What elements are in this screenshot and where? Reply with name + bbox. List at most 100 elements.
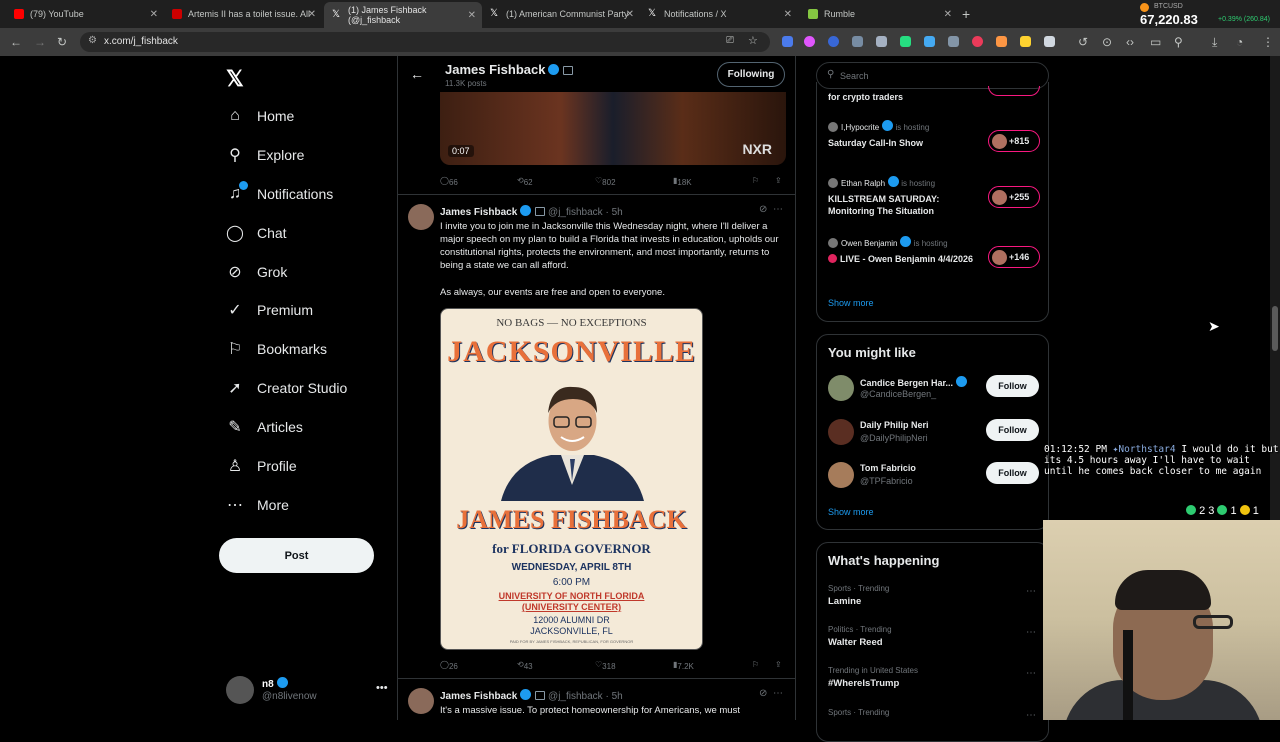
sidebar-item-bookmarks[interactable]: ⚐ Bookmarks bbox=[226, 334, 327, 364]
camera-icon[interactable]: ⊙ bbox=[1102, 35, 1112, 49]
menu-dots-icon[interactable]: ⋮ bbox=[1262, 35, 1274, 49]
reply-button[interactable]: ◯ 26 bbox=[440, 660, 458, 671]
tweet-time[interactable]: 5h bbox=[612, 691, 623, 702]
extension-icon[interactable] bbox=[900, 36, 911, 47]
back-arrow-icon[interactable]: ← bbox=[410, 66, 424, 82]
address-bar[interactable]: ⚙ x.com/j_fishback ⎚ ☆ bbox=[80, 32, 770, 52]
sidebar-item-explore[interactable]: ⚲ Explore bbox=[226, 140, 304, 170]
extension-icon[interactable] bbox=[1020, 36, 1031, 47]
space-listeners[interactable]: +146 bbox=[988, 246, 1040, 268]
close-icon[interactable]: ✕ bbox=[150, 9, 158, 20]
repost-button[interactable]: ⟲ 43 bbox=[517, 660, 533, 671]
window-icon[interactable]: ▭ bbox=[1150, 35, 1161, 49]
extension-icon[interactable] bbox=[948, 36, 959, 47]
more-dots-icon[interactable]: ••• bbox=[376, 682, 388, 694]
more-dots-icon[interactable]: ⋯ bbox=[773, 688, 783, 699]
space-pill[interactable] bbox=[988, 86, 1040, 96]
url-text[interactable]: x.com/j_fishback bbox=[104, 36, 178, 47]
zoom-icon[interactable]: ⚲ bbox=[1174, 35, 1183, 49]
avatar[interactable] bbox=[408, 688, 434, 714]
post-button[interactable]: Post bbox=[219, 538, 374, 573]
grok-icon[interactable]: ⊘ bbox=[759, 688, 767, 699]
space-listeners[interactable]: +255 bbox=[988, 186, 1040, 208]
account-switcher[interactable]: n8 @n8livenow ••• bbox=[226, 674, 388, 710]
suggestion-item[interactable]: Candice Bergen Har... @CandiceBergen_ Fo… bbox=[828, 375, 1040, 407]
following-button[interactable]: Following bbox=[717, 62, 785, 87]
sidebar-item-articles[interactable]: ✎ Articles bbox=[226, 412, 303, 442]
sidebar-item-notifications[interactable]: ♫ Notifications bbox=[226, 179, 333, 209]
more-dots-icon[interactable]: ⋯ bbox=[773, 204, 783, 215]
tab-james-fishback[interactable]: 𝕏 (1) James Fishback (@j_fishback ✕ bbox=[324, 2, 482, 28]
suggestion-item[interactable]: Tom Fabricio @TPFabricio Follow bbox=[828, 462, 1040, 494]
extension-icon[interactable] bbox=[876, 36, 887, 47]
sidebar-item-creator-studio[interactable]: ➚ Creator Studio bbox=[226, 373, 347, 403]
close-icon[interactable]: ✕ bbox=[944, 9, 952, 20]
views-button[interactable]: ▮ 7.2K bbox=[673, 660, 694, 671]
close-icon[interactable]: ✕ bbox=[784, 9, 792, 20]
site-info-icon[interactable]: ⚙ bbox=[88, 35, 97, 46]
share-icon[interactable]: ⇪ bbox=[775, 176, 782, 185]
close-icon[interactable]: ✕ bbox=[626, 9, 634, 20]
extension-icon[interactable] bbox=[972, 36, 983, 47]
close-icon[interactable]: ✕ bbox=[468, 10, 476, 21]
sidebar-item-profile[interactable]: ♙ Profile bbox=[226, 451, 297, 481]
tab-rumble[interactable]: Rumble ✕ bbox=[800, 4, 958, 24]
extension-icon[interactable] bbox=[996, 36, 1007, 47]
bookmark-star-icon[interactable]: ☆ bbox=[748, 34, 758, 47]
tab-youtube[interactable]: (79) YouTube ✕ bbox=[6, 4, 164, 24]
more-dots-icon[interactable]: ⋯ bbox=[1026, 710, 1036, 721]
bookmark-icon[interactable]: ⚐ bbox=[752, 176, 759, 185]
extension-icon[interactable] bbox=[782, 36, 793, 47]
sidebar-item-home[interactable]: ⌂ Home bbox=[226, 101, 294, 131]
extension-icon[interactable] bbox=[828, 36, 839, 47]
avatar[interactable] bbox=[408, 204, 434, 230]
author-name[interactable]: James Fishback bbox=[440, 691, 517, 702]
code-icon[interactable]: ‹› bbox=[1126, 35, 1134, 49]
more-dots-icon[interactable]: ⋯ bbox=[1026, 627, 1036, 638]
repost-button[interactable]: ⟲ 62 bbox=[517, 176, 533, 187]
reply-button[interactable]: ◯ 66 bbox=[440, 176, 458, 187]
author-handle[interactable]: @j_fishback bbox=[548, 691, 603, 702]
sidebar-item-chat[interactable]: ◯ Chat bbox=[226, 218, 287, 248]
x-logo-icon[interactable]: 𝕏 bbox=[226, 66, 244, 92]
like-button[interactable]: ♡ 318 bbox=[595, 660, 616, 671]
views-button[interactable]: ▮ 18K bbox=[673, 176, 692, 187]
forward-arrow-icon[interactable]: → bbox=[34, 35, 46, 49]
follow-button[interactable]: Follow bbox=[986, 462, 1039, 484]
tab-notifications[interactable]: 𝕏 Notifications / X ✕ bbox=[640, 4, 798, 24]
more-dots-icon[interactable]: ⋯ bbox=[1026, 668, 1036, 679]
scrollbar-thumb[interactable] bbox=[1272, 306, 1278, 351]
tab-american-communist-party[interactable]: 𝕏 (1) American Communist Party ✕ bbox=[482, 4, 640, 24]
profile-icon[interactable]: ◔ bbox=[1236, 35, 1243, 49]
event-poster-image[interactable]: NO BAGS — NO EXCEPTIONS JACKSONVILLE JAM… bbox=[440, 308, 703, 650]
show-more-link[interactable]: Show more bbox=[828, 507, 874, 517]
extension-icon[interactable] bbox=[804, 36, 815, 47]
author-handle[interactable]: @j_fishback bbox=[548, 207, 603, 218]
puzzle-icon[interactable] bbox=[1044, 36, 1055, 47]
download-icon[interactable]: ⤓ bbox=[1212, 35, 1217, 50]
sidebar-item-premium[interactable]: ✓ Premium bbox=[226, 295, 313, 325]
share-icon[interactable]: ⇪ bbox=[775, 660, 782, 669]
install-icon[interactable]: ⎚ bbox=[726, 35, 734, 46]
like-button[interactable]: ♡ 802 bbox=[595, 176, 616, 187]
tab-artemis[interactable]: Artemis II has a toilet issue. All ✕ bbox=[164, 4, 322, 24]
grok-icon[interactable]: ⊘ bbox=[759, 204, 767, 215]
history-icon[interactable]: ↺ bbox=[1078, 35, 1088, 49]
video-thumbnail[interactable]: 0:07 NXR bbox=[440, 92, 786, 165]
space-listeners[interactable]: +815 bbox=[988, 130, 1040, 152]
more-dots-icon[interactable]: ⋯ bbox=[1026, 586, 1036, 597]
author-name[interactable]: James Fishback bbox=[440, 207, 517, 218]
show-more-link[interactable]: Show more bbox=[828, 298, 874, 308]
reload-icon[interactable]: ↻ bbox=[57, 35, 67, 49]
back-arrow-icon[interactable]: ← bbox=[10, 35, 22, 49]
extension-icon[interactable] bbox=[924, 36, 935, 47]
tweet-time[interactable]: 5h bbox=[612, 207, 623, 218]
close-icon[interactable]: ✕ bbox=[308, 9, 316, 20]
sidebar-item-more[interactable]: ⋯ More bbox=[226, 490, 289, 520]
sidebar-item-grok[interactable]: ⊘ Grok bbox=[226, 257, 287, 287]
extension-icon[interactable] bbox=[852, 36, 863, 47]
new-tab-button[interactable]: + bbox=[962, 6, 970, 22]
space-title[interactable]: for crypto traders bbox=[828, 92, 903, 102]
follow-button[interactable]: Follow bbox=[986, 419, 1039, 441]
suggestion-item[interactable]: Daily Philip Neri @DailyPhilipNeri Follo… bbox=[828, 419, 1040, 451]
